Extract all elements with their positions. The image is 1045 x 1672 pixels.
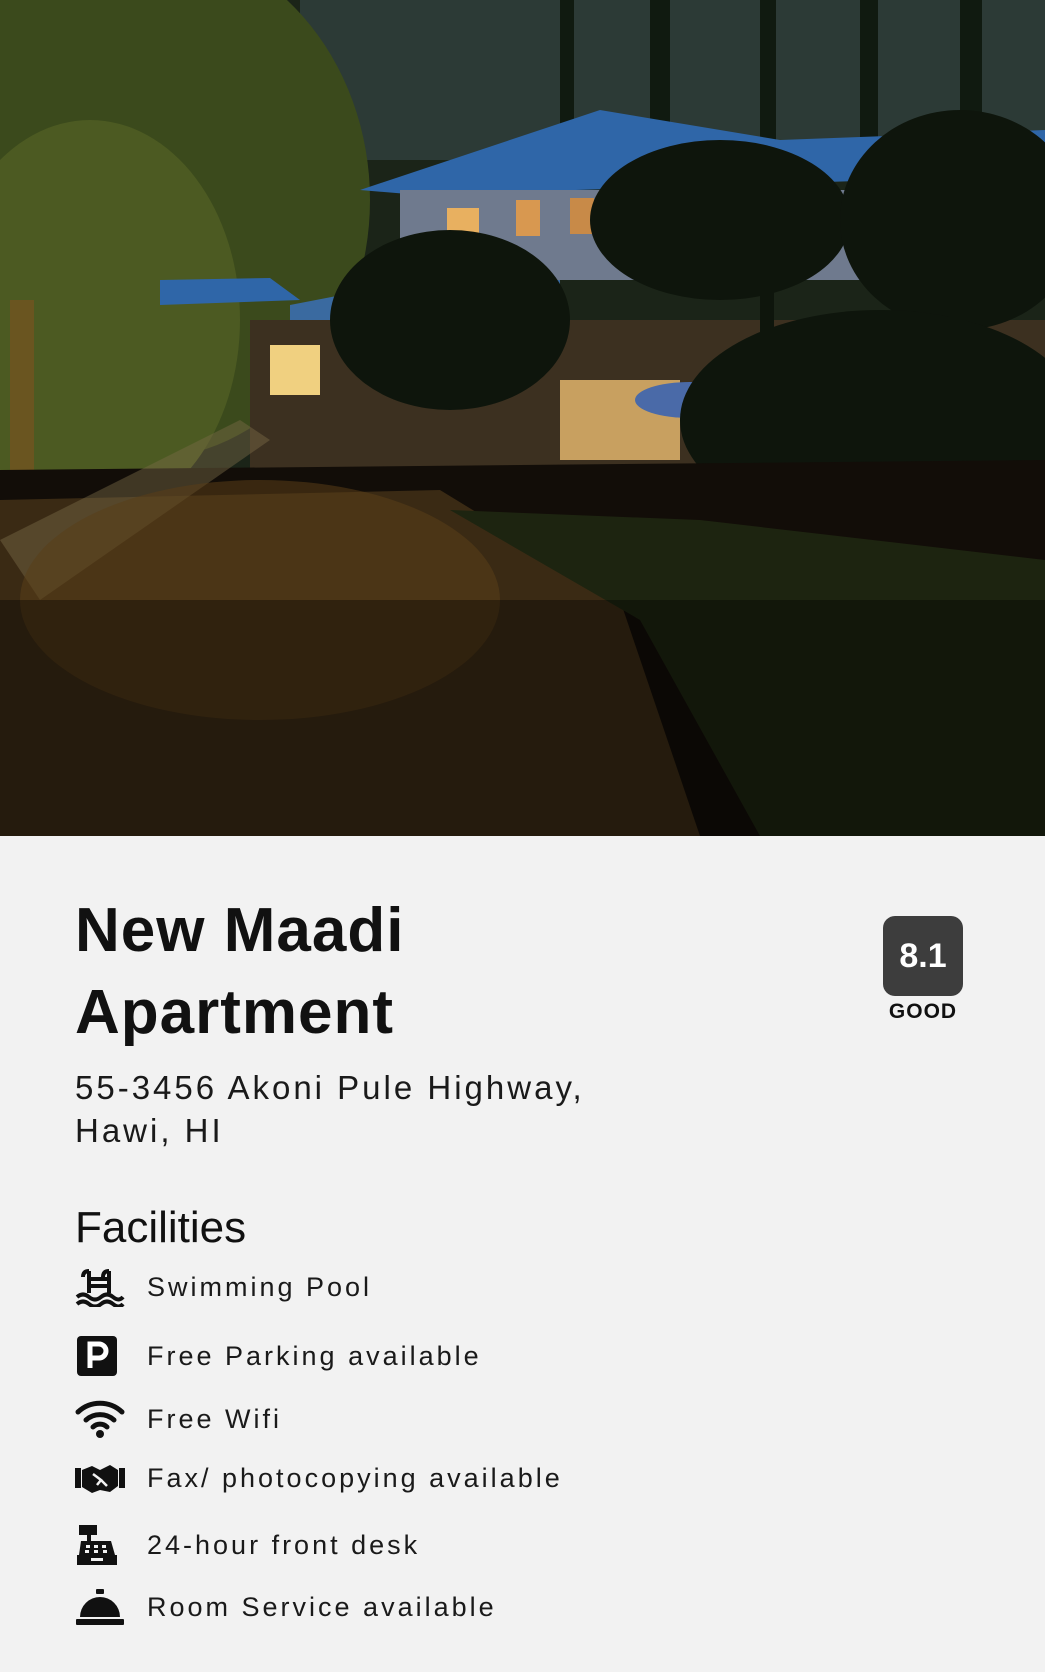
facility-label: Free Wifi	[147, 1403, 282, 1434]
service-bell-icon	[75, 1583, 127, 1631]
swimming-pool-icon	[75, 1263, 127, 1311]
facility-label: Free Parking available	[147, 1340, 482, 1371]
parking-icon	[75, 1332, 127, 1380]
house-night-illustration	[0, 0, 1045, 836]
rating-label: GOOD	[888, 1000, 958, 1023]
facility-item-front-desk: 24-hour front desk	[75, 1520, 775, 1570]
hotel-name: New Maadi Apartment	[75, 896, 405, 1047]
facility-label: Fax/ photocopying available	[147, 1462, 563, 1493]
facility-label: Swimming Pool	[147, 1271, 373, 1302]
hotel-address: 55-3456 Akoni Pule Highway, Hawi, HI	[75, 1069, 585, 1149]
wifi-icon	[75, 1395, 127, 1443]
rating-badge: 8.1	[883, 916, 963, 996]
facility-item-room-service: Room Service available	[75, 1582, 775, 1632]
facility-label: Room Service available	[147, 1591, 497, 1622]
facilities-heading: Facilities	[75, 1203, 247, 1252]
handshake-icon	[75, 1454, 127, 1502]
facility-label: 24-hour front desk	[147, 1529, 421, 1560]
facility-item-fax: Fax/ photocopying available	[75, 1453, 775, 1503]
facility-item-swimming-pool: Swimming Pool	[75, 1262, 775, 1312]
cash-register-icon	[75, 1521, 127, 1569]
facility-item-wifi: Free Wifi	[75, 1394, 775, 1444]
hero-image	[0, 0, 1045, 836]
facility-item-parking: Free Parking available	[75, 1331, 775, 1381]
